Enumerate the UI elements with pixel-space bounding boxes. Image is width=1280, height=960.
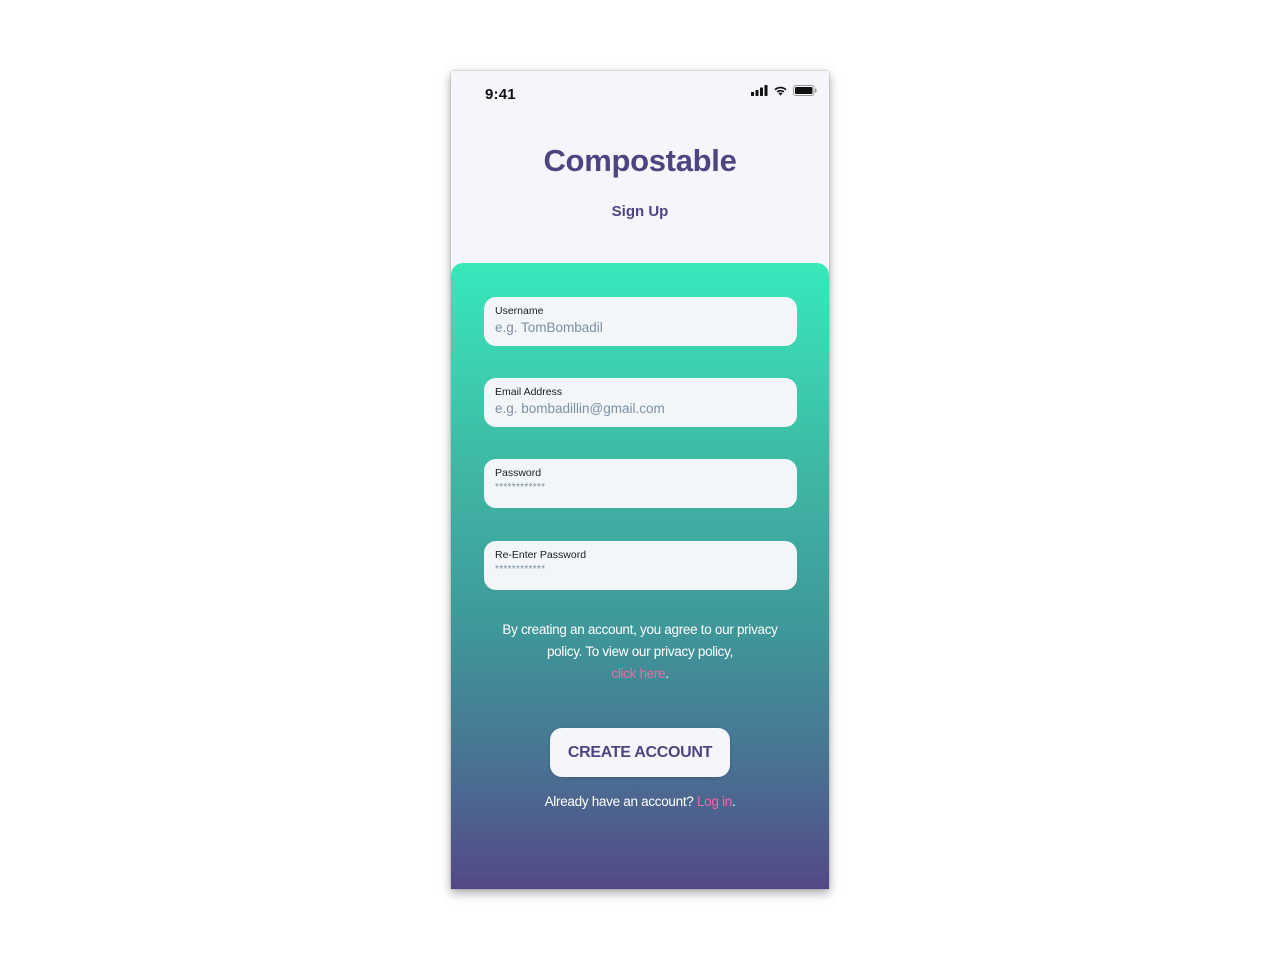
privacy-policy-notice: By creating an account, you agree to our… [491, 619, 789, 685]
page-subtitle: Sign Up [611, 203, 669, 220]
privacy-policy-link[interactable]: click here [611, 666, 665, 681]
policy-text: By creating an account, you agree to our… [502, 622, 778, 659]
battery-icon [793, 85, 817, 96]
password-label: Password [495, 467, 542, 479]
email-label: Email Address [495, 386, 563, 398]
status-bar: 9:41 [451, 71, 829, 115]
confirm-password-label: Re-Enter Password [495, 549, 587, 561]
status-time: 9:41 [485, 86, 516, 103]
phone-screen: 9:41 Compostable Sign Up Username e.g. T… [451, 71, 829, 889]
app-title: Compostable [543, 143, 737, 178]
login-suffix: . [731, 794, 736, 809]
username-input[interactable] [495, 320, 786, 335]
signal-icon [751, 85, 768, 96]
login-link[interactable]: Log in [697, 794, 732, 809]
confirm-password-field[interactable]: Re-Enter Password [484, 541, 797, 590]
password-input[interactable] [495, 482, 786, 493]
policy-suffix: . [665, 666, 669, 681]
email-input[interactable] [495, 401, 786, 416]
wifi-icon [774, 86, 787, 96]
confirm-password-input[interactable] [495, 564, 786, 575]
status-icons [751, 85, 817, 96]
create-account-button[interactable]: CREATE ACCOUNT [550, 728, 730, 777]
email-field[interactable]: Email Address [484, 378, 797, 427]
username-field[interactable]: Username [484, 297, 797, 346]
password-field[interactable]: Password [484, 459, 797, 508]
username-label: Username [495, 305, 544, 317]
login-prompt: Already have an account? Log in. [451, 794, 829, 809]
login-prompt-text: Already have an account? [544, 794, 694, 809]
